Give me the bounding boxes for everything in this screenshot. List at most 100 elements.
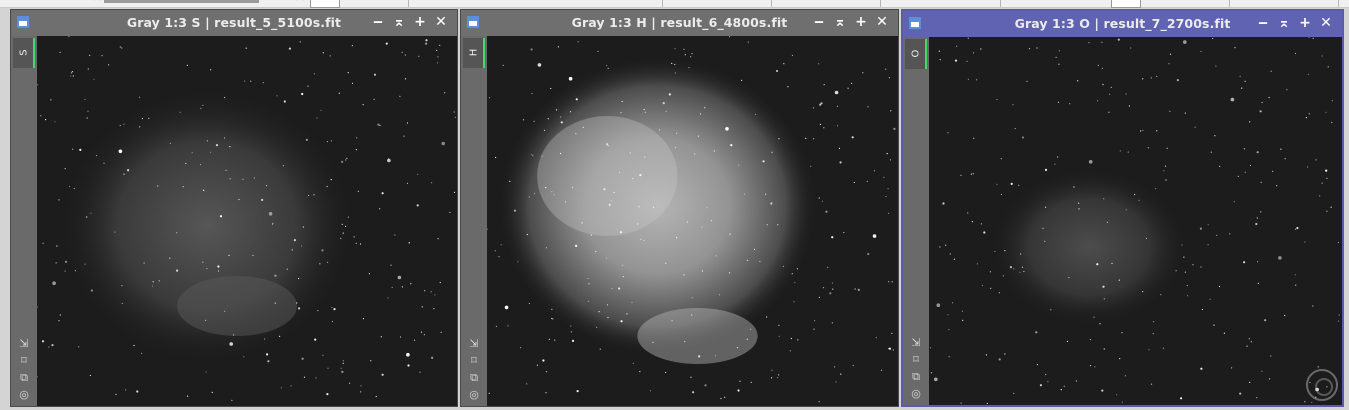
shade-icon[interactable]: ⌅ [1276, 15, 1292, 31]
resize-icon[interactable]: ⇲ [906, 335, 926, 350]
star [228, 254, 230, 256]
star [1026, 80, 1028, 82]
star [1140, 130, 1142, 132]
close-icon[interactable]: ✕ [1318, 15, 1334, 31]
shade-icon[interactable]: ⌅ [391, 14, 407, 30]
target-icon[interactable]: ◎ [14, 387, 34, 402]
clone-icon[interactable]: ⧉ [464, 370, 484, 385]
star [217, 265, 220, 268]
star [1044, 240, 1046, 242]
star [229, 342, 233, 346]
top-toolbar-strip: ⠂⠂ ⠂⠂ [0, 0, 1349, 8]
window-titlebar[interactable]: Gray 1:3 H | result_6_4800s.fit ‒ ⌅ + ✕ [461, 10, 898, 36]
star [1321, 55, 1323, 57]
star [575, 133, 577, 135]
star [770, 202, 773, 205]
star [783, 63, 785, 65]
star [333, 308, 336, 311]
toolbar-field[interactable] [310, 0, 340, 8]
star [1102, 285, 1105, 288]
fit-view-icon[interactable]: ⌑ [906, 352, 926, 367]
star [644, 111, 646, 113]
star [998, 292, 1000, 294]
star [939, 246, 941, 248]
close-icon[interactable]: ✕ [874, 14, 890, 30]
star [78, 346, 80, 348]
star [440, 331, 442, 333]
target-icon[interactable]: ◎ [906, 386, 926, 401]
star [138, 96, 141, 98]
star [368, 273, 370, 275]
star [665, 262, 667, 264]
star [1142, 291, 1144, 293]
maximize-icon[interactable]: + [1297, 15, 1313, 31]
fit-view-icon[interactable]: ⌑ [14, 353, 34, 368]
star [1312, 305, 1314, 307]
clone-icon[interactable]: ⧉ [906, 369, 926, 384]
star [1248, 338, 1250, 340]
star [417, 173, 419, 175]
star [1207, 244, 1209, 246]
star [766, 316, 768, 318]
maximize-icon[interactable]: + [412, 14, 428, 30]
star [787, 86, 789, 88]
star [1264, 319, 1267, 322]
image-window-h[interactable]: Gray 1:3 H | result_6_4800s.fit ‒ ⌅ + ✕ … [460, 9, 899, 407]
star [231, 399, 233, 401]
star [331, 306, 333, 309]
star [449, 211, 451, 213]
star [519, 347, 522, 349]
image-canvas[interactable] [37, 36, 457, 406]
star [1294, 274, 1296, 276]
view-tab[interactable]: S [13, 38, 35, 68]
star [373, 98, 375, 100]
star [1036, 364, 1038, 366]
view-tab[interactable]: O [905, 39, 927, 69]
view-tab[interactable]: H [463, 38, 485, 68]
star [694, 153, 696, 155]
star [347, 72, 349, 74]
star [1231, 367, 1233, 369]
target-icon[interactable]: ◎ [464, 387, 484, 402]
star [891, 281, 893, 283]
star [1124, 375, 1126, 377]
image-canvas[interactable] [929, 37, 1342, 405]
star [1194, 126, 1196, 128]
star [373, 73, 377, 76]
close-icon[interactable]: ✕ [433, 14, 449, 30]
star [810, 165, 812, 167]
star [737, 389, 740, 392]
star [380, 336, 382, 338]
resize-icon[interactable]: ⇲ [14, 336, 34, 351]
maximize-icon[interactable]: + [853, 14, 869, 30]
star [359, 243, 362, 245]
fit-view-icon[interactable]: ⌑ [464, 353, 484, 368]
star [245, 47, 247, 49]
star [238, 198, 240, 201]
image-window-o[interactable]: Gray 1:3 O | result_7_2700s.fit ‒ ⌅ + ✕ … [901, 9, 1344, 407]
image-canvas[interactable] [487, 36, 898, 406]
star [890, 110, 892, 112]
star [528, 196, 530, 198]
shade-icon[interactable]: ⌅ [832, 14, 848, 30]
toolbar-field[interactable] [1111, 0, 1141, 8]
resize-icon[interactable]: ⇲ [464, 336, 484, 351]
star [812, 138, 815, 140]
star [302, 226, 304, 228]
star [892, 349, 894, 351]
star [812, 107, 815, 109]
window-titlebar[interactable]: Gray 1:3 S | result_5_5100s.fit ‒ ⌅ + ✕ [11, 10, 457, 36]
minimize-icon[interactable]: ‒ [370, 14, 386, 30]
star [818, 197, 820, 199]
star [200, 107, 202, 109]
minimize-icon[interactable]: ‒ [811, 14, 827, 30]
star [430, 291, 432, 293]
star [1249, 381, 1251, 383]
window-titlebar[interactable]: Gray 1:3 O | result_7_2700s.fit ‒ ⌅ + ✕ [903, 11, 1342, 37]
star [986, 402, 988, 405]
clone-icon[interactable]: ⧉ [14, 370, 34, 385]
star [1142, 129, 1144, 131]
star [631, 301, 633, 304]
minimize-icon[interactable]: ‒ [1255, 15, 1271, 31]
image-window-s[interactable]: Gray 1:3 S | result_5_5100s.fit ‒ ⌅ + ✕ … [10, 9, 458, 407]
